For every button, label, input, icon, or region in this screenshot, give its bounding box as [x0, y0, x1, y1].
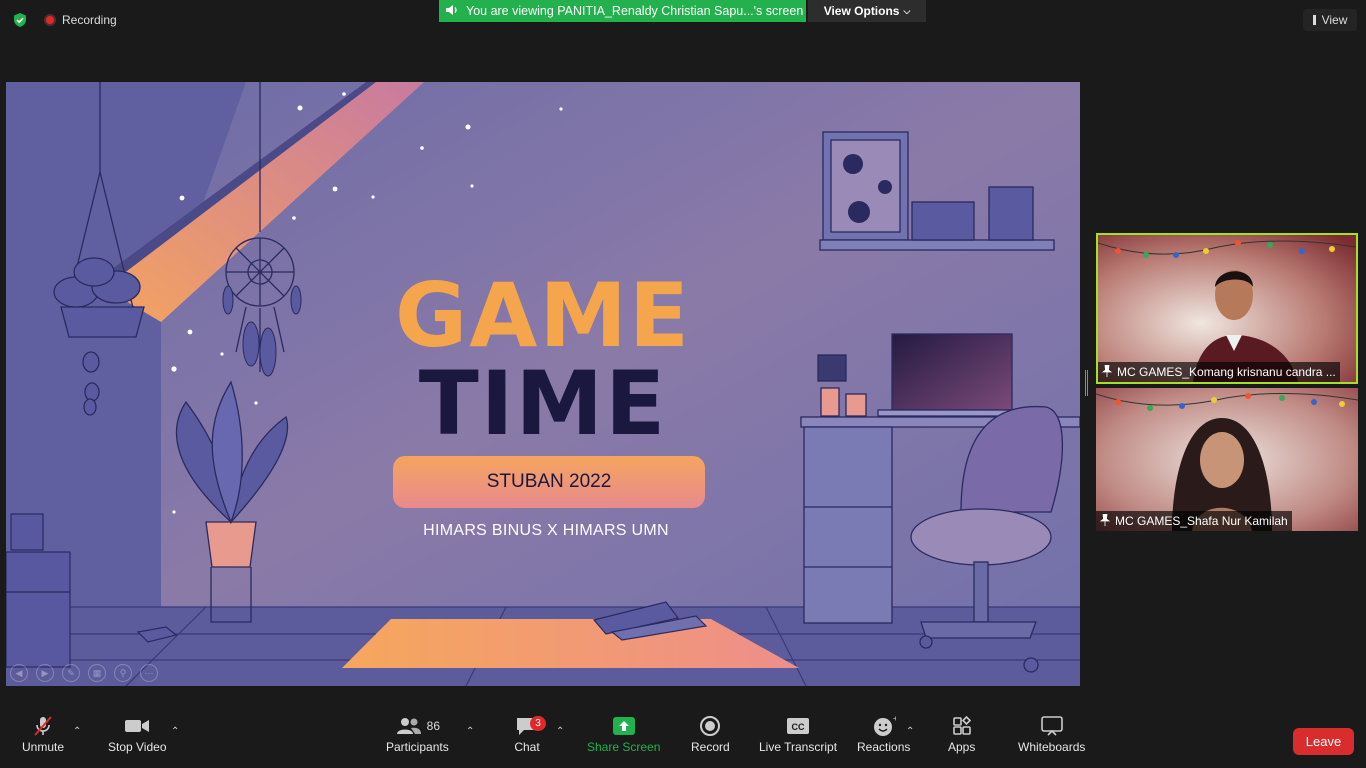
chevron-down-icon: ⌵ [903, 5, 911, 16]
pen-icon[interactable]: ✎ [62, 664, 80, 682]
view-layout-icon [1312, 15, 1316, 25]
view-options-button[interactable]: View Options ⌵ [808, 0, 926, 22]
view-label: View [1321, 13, 1348, 27]
closed-caption-icon: CC [786, 712, 810, 740]
whiteboard-icon [1040, 712, 1064, 740]
chat-button[interactable]: 3 Chat [514, 712, 546, 754]
participant-name-tag: MC GAMES_Shafa Nur Kamilah [1096, 511, 1292, 531]
participants-icon: 86 [395, 712, 440, 740]
record-icon [699, 712, 721, 740]
recording-label: Recording [62, 13, 117, 27]
shield-icon[interactable] [12, 12, 28, 28]
svg-text:+: + [893, 715, 896, 723]
participants-button[interactable]: 86 Participants [386, 712, 449, 754]
reactions-label: Reactions [857, 740, 911, 754]
video-feed [1098, 235, 1356, 382]
video-tile-speaker[interactable]: MC GAMES_Komang krisnanu candra ... [1096, 233, 1358, 384]
share-screen-button[interactable]: Share Screen [587, 712, 660, 754]
participants-count: 86 [426, 719, 441, 733]
top-bar: Recording You are viewing PANITIA_Renald… [0, 0, 1366, 40]
more-icon[interactable]: ⋯ [140, 664, 158, 682]
event-name: STUBAN 2022 [486, 471, 612, 492]
apps-button[interactable]: Apps [948, 712, 975, 754]
view-options-label: View Options [823, 4, 900, 18]
chat-options-chevron-icon[interactable]: ⌃ [556, 726, 564, 737]
participants-label: Participants [386, 740, 449, 754]
video-tile-participant[interactable]: MC GAMES_Shafa Nur Kamilah [1096, 388, 1358, 531]
shared-screen[interactable]: GAME TIME STUBAN 2022 HIMARS BINUS X HIM… [6, 82, 1080, 686]
previous-slide-icon[interactable]: ◀ [10, 664, 28, 682]
participant-name: MC GAMES_Komang krisnanu candra ... [1117, 365, 1336, 379]
zoom-icon[interactable]: ⚲ [114, 664, 132, 682]
record-button[interactable]: Record [691, 712, 730, 754]
svg-text:CC: CC [792, 722, 805, 732]
meeting-toolbar: Unmute ⌃ Stop Video ⌃ 86 Participants ⌃ … [0, 712, 1366, 768]
unmute-label: Unmute [22, 740, 65, 754]
record-label: Record [691, 740, 730, 754]
share-screen-label: Share Screen [587, 740, 661, 754]
reactions-options-chevron-icon[interactable]: ⌃ [906, 726, 914, 737]
audio-options-chevron-icon[interactable]: ⌃ [73, 726, 81, 737]
apps-label: Apps [948, 740, 976, 754]
leave-button[interactable]: Leave [1293, 728, 1354, 755]
muted-mic-icon [31, 712, 55, 740]
chat-icon: 3 [514, 712, 546, 740]
participants-options-chevron-icon[interactable]: ⌃ [466, 726, 474, 737]
reactions-button[interactable]: + Reactions [857, 712, 910, 754]
whiteboards-button[interactable]: Whiteboards [1018, 712, 1085, 754]
whiteboards-label: Whiteboards [1018, 740, 1086, 754]
unmute-button[interactable]: Unmute [22, 712, 64, 754]
video-feed [1096, 388, 1358, 531]
speaker-icon [445, 4, 458, 19]
chat-unread-badge: 3 [530, 716, 546, 731]
recording-indicator[interactable]: Recording [44, 13, 117, 27]
slide-controls: ◀ ▶ ✎ ▦ ⚲ ⋯ [10, 664, 158, 682]
viewing-banner-text: You are viewing PANITIA_Renaldy Christia… [466, 4, 804, 18]
live-transcript-button[interactable]: CC Live Transcript [759, 712, 837, 754]
slides-grid-icon[interactable]: ▦ [88, 664, 106, 682]
live-transcript-label: Live Transcript [759, 740, 838, 754]
next-slide-icon[interactable]: ▶ [36, 664, 54, 682]
share-screen-icon [612, 712, 636, 740]
video-camera-icon [124, 712, 150, 740]
chat-label: Chat [514, 740, 540, 754]
view-button[interactable]: View [1303, 9, 1357, 31]
video-options-chevron-icon[interactable]: ⌃ [171, 726, 179, 737]
apps-icon [951, 712, 973, 740]
smiley-icon: + [872, 712, 896, 740]
pin-icon [1101, 364, 1113, 380]
participant-name: MC GAMES_Shafa Nur Kamilah [1115, 514, 1288, 528]
stop-video-button[interactable]: Stop Video [108, 712, 167, 754]
record-dot-icon [44, 14, 56, 26]
panel-resize-handle[interactable] [1085, 370, 1088, 396]
event-name-pill: STUBAN 2022 [393, 456, 705, 508]
participant-name-tag: MC GAMES_Komang krisnanu candra ... [1098, 362, 1340, 382]
pin-icon [1099, 513, 1111, 529]
viewing-banner: You are viewing PANITIA_Renaldy Christia… [439, 0, 806, 22]
slide-title-time: TIME [418, 352, 668, 455]
slide-subtitle: HIMARS BINUS X HIMARS UMN [423, 522, 669, 539]
stop-video-label: Stop Video [108, 740, 167, 754]
